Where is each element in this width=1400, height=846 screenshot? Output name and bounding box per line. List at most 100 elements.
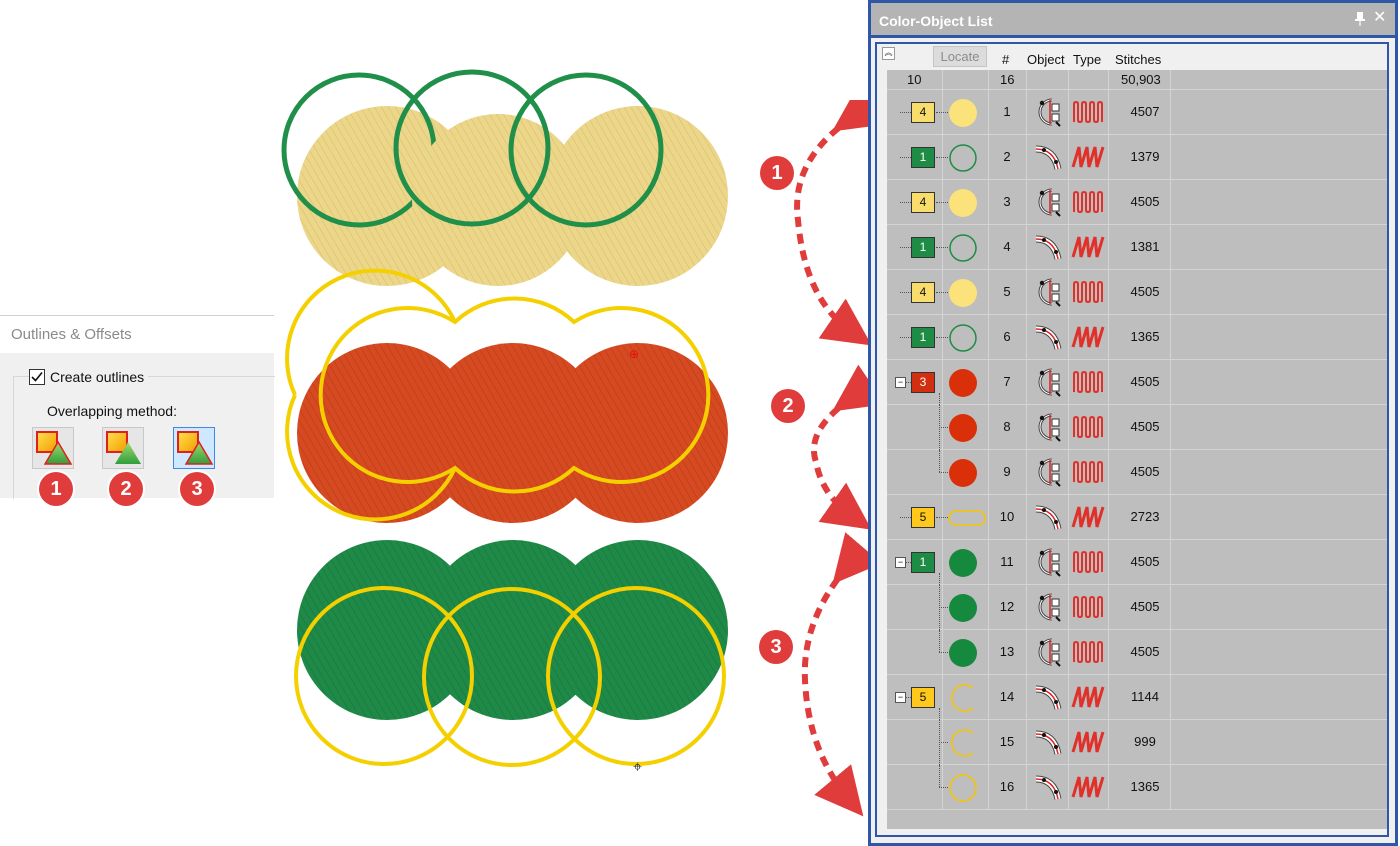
- create-outlines-option[interactable]: Create outlines: [29, 368, 149, 386]
- arc-icon: [1038, 188, 1061, 217]
- stitch-count: 1365: [1130, 779, 1160, 794]
- color-swatch[interactable]: 1: [911, 552, 935, 573]
- list-row[interactable]: 13 4505: [887, 630, 1387, 675]
- list-row[interactable]: 4 5 4505: [887, 270, 1387, 315]
- stitch-count: 1365: [1130, 329, 1160, 344]
- pin-icon[interactable]: [1353, 11, 1367, 27]
- object-number: 16: [999, 779, 1015, 794]
- embroidery-design-canvas[interactable]: ⊕ ⌖: [280, 40, 740, 790]
- list-row[interactable]: 15 999: [887, 720, 1387, 765]
- collapse-group-icon[interactable]: −: [895, 557, 906, 568]
- zigzag-stitch-icon: [1071, 776, 1105, 798]
- object-number: 4: [1003, 239, 1011, 254]
- arc-icon: [1038, 278, 1061, 307]
- disc-preview: [949, 459, 977, 487]
- pill-preview: [948, 510, 986, 526]
- color-swatch[interactable]: 3: [911, 372, 935, 393]
- curve-icon: [1035, 325, 1062, 350]
- overlapping-method-label: Overlapping method:: [47, 403, 177, 419]
- locate-button[interactable]: Locate: [933, 46, 987, 67]
- color-swatch[interactable]: 5: [911, 687, 935, 708]
- disc-preview: [949, 594, 977, 622]
- arc-icon: [1038, 368, 1061, 397]
- object-number: 1: [1003, 104, 1011, 119]
- arc-icon: [1038, 98, 1061, 127]
- satin-stitch-icon: [1073, 190, 1103, 214]
- color-swatch[interactable]: 5: [911, 507, 935, 528]
- object-number: 3: [1003, 194, 1011, 209]
- tree-connector: [900, 202, 911, 203]
- list-row[interactable]: 4 1 4507: [887, 90, 1387, 135]
- window-titlebar[interactable]: Color-Object List ✕: [868, 0, 1398, 38]
- summary-row: 10 16 50,903: [887, 70, 1387, 90]
- green-disc-3: [548, 540, 728, 720]
- ring-preview: [949, 234, 977, 262]
- collapse-group-icon[interactable]: −: [895, 692, 906, 703]
- list-row[interactable]: 1− 11 4505: [887, 540, 1387, 585]
- close-icon[interactable]: ✕: [1373, 10, 1387, 26]
- create-outlines-checkbox[interactable]: [29, 369, 45, 385]
- arc-icon: [1038, 548, 1061, 577]
- overlap-method-1-icon: [36, 431, 73, 465]
- satin-stitch-icon: [1073, 370, 1103, 394]
- yellow-disc-3: [548, 106, 728, 286]
- column-stitches-header[interactable]: Stitches: [1115, 52, 1161, 67]
- summary-colors: 10: [907, 72, 922, 87]
- color-swatch[interactable]: 4: [911, 192, 935, 213]
- overlap-method-3-button[interactable]: [173, 427, 215, 469]
- zigzag-stitch-icon: [1071, 236, 1105, 258]
- summary-objects: 16: [1000, 72, 1015, 87]
- method-callout-3: 3: [180, 472, 214, 506]
- list-row[interactable]: 12 4505: [887, 585, 1387, 630]
- list-row[interactable]: 3− 7 4505: [887, 360, 1387, 405]
- overlap-method-2-button[interactable]: [102, 427, 144, 469]
- list-body: ︽ Locate # Object Type Stitches 10 16 50…: [871, 38, 1395, 843]
- column-type-header[interactable]: Type: [1073, 52, 1101, 67]
- outlines-offsets-panel: Outlines & Offsets Create outlines Overl…: [0, 315, 275, 499]
- column-number-header[interactable]: #: [1002, 52, 1009, 67]
- list-row[interactable]: 1 4 1381: [887, 225, 1387, 270]
- column-object-header[interactable]: Object: [1027, 52, 1065, 67]
- tree-connector: [900, 517, 911, 518]
- stitch-count: 4505: [1130, 554, 1160, 569]
- list-row[interactable]: 4 3 4505: [887, 180, 1387, 225]
- tree-connector: [900, 337, 911, 338]
- color-object-list-window: Color-Object List ✕ ︽ Locate # Object Ty…: [868, 0, 1398, 846]
- list-row[interactable]: 5− 14 1144: [887, 675, 1387, 720]
- arc-open-preview: [950, 729, 974, 757]
- arc-icon: [1038, 458, 1061, 487]
- subtree-connector: [939, 393, 941, 405]
- disc-preview: [949, 279, 977, 307]
- stitch-count: 4505: [1130, 284, 1160, 299]
- color-swatch[interactable]: 1: [911, 147, 935, 168]
- list-row[interactable]: 16 1365: [887, 765, 1387, 810]
- color-swatch[interactable]: 4: [911, 282, 935, 303]
- color-swatch[interactable]: 4: [911, 102, 935, 123]
- list-row[interactable]: 1 2 1379: [887, 135, 1387, 180]
- stitch-count: 4505: [1130, 464, 1160, 479]
- list-row[interactable]: 9 4505: [887, 450, 1387, 495]
- collapse-all-icon[interactable]: ︽: [882, 47, 895, 60]
- disc-preview: [949, 369, 977, 397]
- subtree-connector: [939, 573, 941, 585]
- stitch-count: 1379: [1130, 149, 1160, 164]
- arc-icon: [1038, 593, 1061, 622]
- disc-preview: [949, 414, 977, 442]
- subtree-connector: [939, 765, 941, 787]
- list-callout-1: 1: [760, 156, 794, 190]
- color-swatch[interactable]: 1: [911, 327, 935, 348]
- list-row[interactable]: 5 10 2723: [887, 495, 1387, 540]
- list-row[interactable]: 161365: [887, 315, 1387, 360]
- design-row-2: ⊕: [285, 268, 728, 523]
- overlap-method-1-button[interactable]: [32, 427, 74, 469]
- collapse-group-icon[interactable]: −: [895, 377, 906, 388]
- disc-preview: [949, 549, 977, 577]
- satin-stitch-icon: [1073, 595, 1103, 619]
- satin-stitch-icon: [1073, 460, 1103, 484]
- object-number: 14: [999, 689, 1015, 704]
- arc-open-preview: [950, 684, 974, 712]
- color-swatch[interactable]: 1: [911, 237, 935, 258]
- summary-stitches: 50,903: [1121, 72, 1161, 87]
- panel-title: Outlines & Offsets: [0, 316, 274, 353]
- list-row[interactable]: 8 4505: [887, 405, 1387, 450]
